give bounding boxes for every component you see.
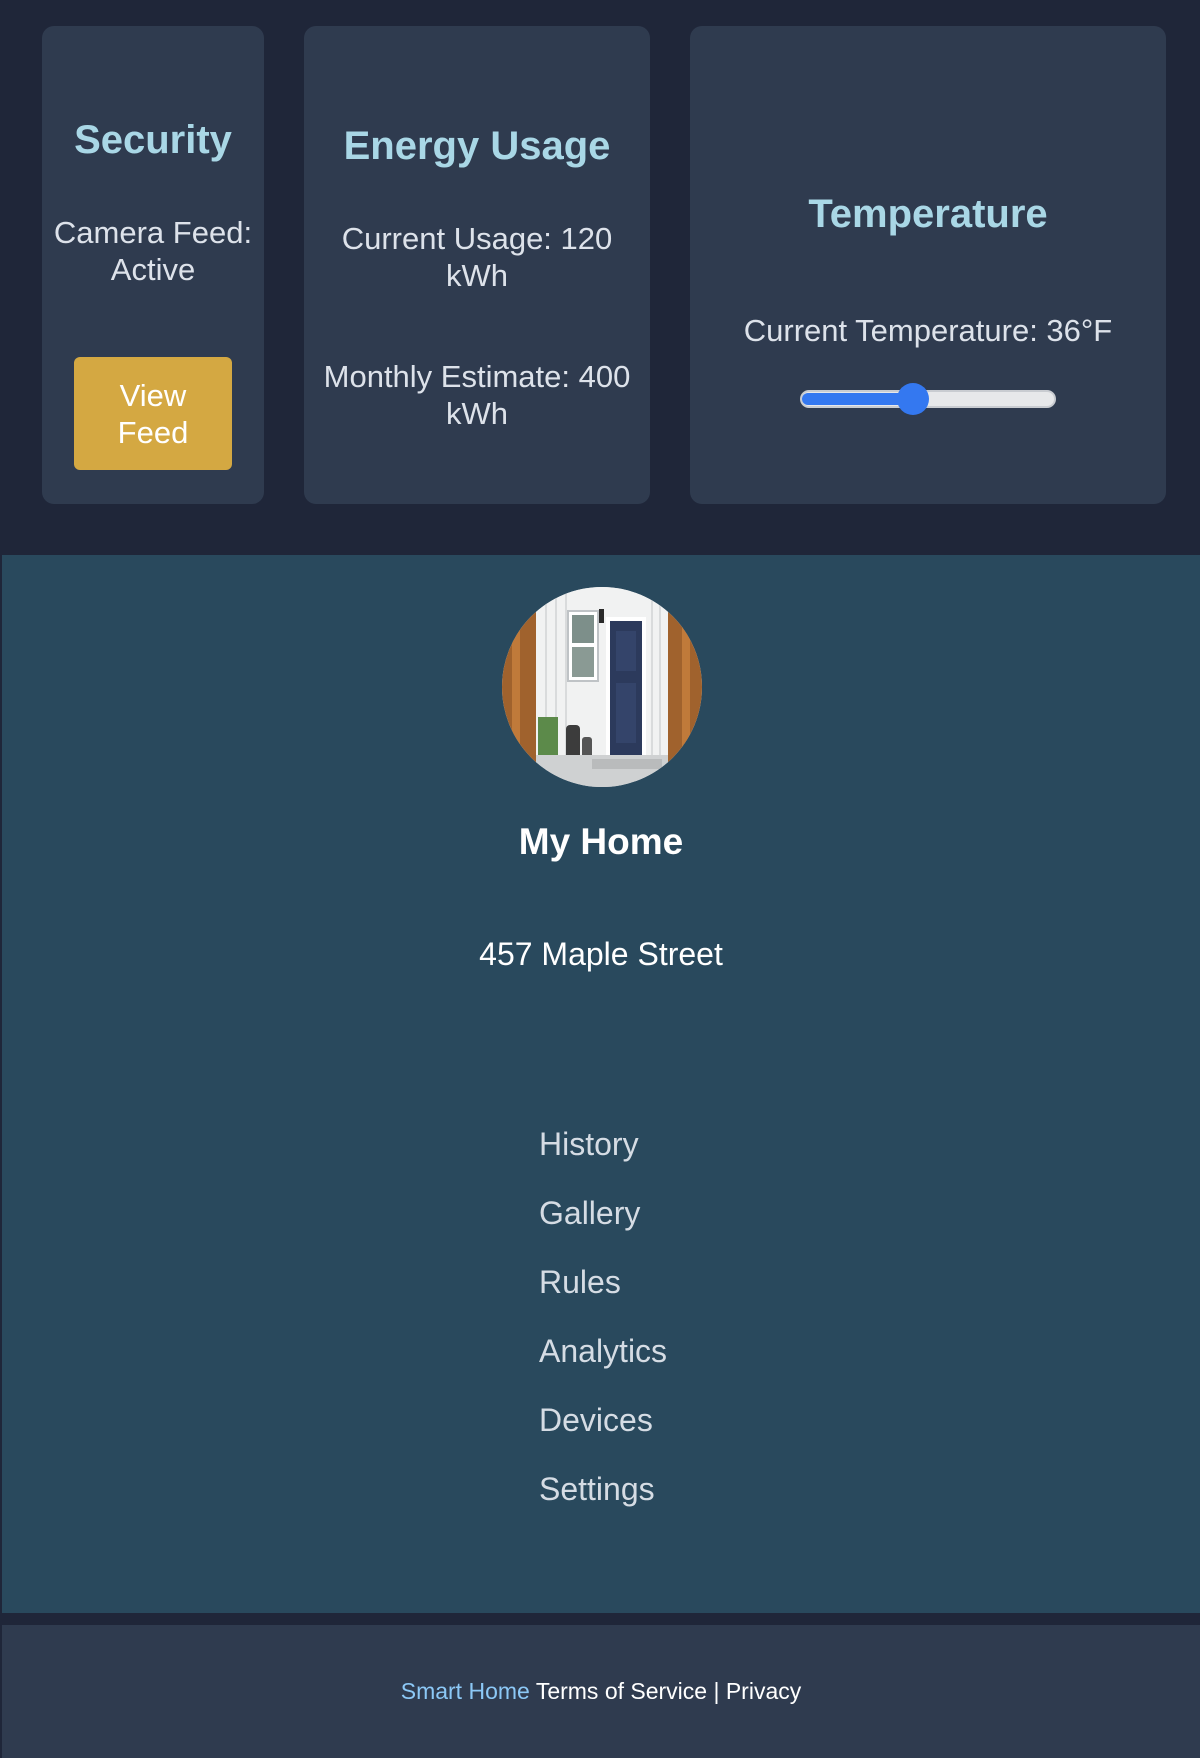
dashboard: Security Camera Feed: Active View Feed E… — [2, 2, 1200, 555]
nav-item-settings[interactable]: Settings — [539, 1470, 667, 1539]
nav-item-gallery[interactable]: Gallery — [539, 1194, 667, 1263]
camera-feed-status: Camera Feed: Active — [53, 215, 253, 287]
energy-card: Energy Usage Current Usage: 120 kWh Mont… — [304, 26, 650, 504]
slider-thumb[interactable] — [896, 383, 929, 415]
footer: Smart Home Terms of Service | Privacy — [2, 1625, 1200, 1758]
monthly-estimate: Monthly Estimate: 400 kWh — [323, 359, 631, 431]
view-feed-button[interactable]: View Feed — [74, 357, 232, 470]
energy-title: Energy Usage — [343, 124, 611, 168]
current-usage: Current Usage: 120 kWh — [341, 221, 613, 293]
current-temperature: Current Temperature: 36°F — [743, 313, 1113, 348]
terms-link[interactable]: Terms of Service — [536, 1678, 707, 1704]
home-title: My Home — [518, 821, 684, 862]
nav-item-history[interactable]: History — [539, 1125, 667, 1194]
profile-nav: History Gallery Rules Analytics Devices … — [539, 1125, 667, 1539]
page: Security Camera Feed: Active View Feed E… — [0, 0, 1200, 1758]
nav-item-analytics[interactable]: Analytics — [539, 1332, 667, 1401]
home-profile: My Home 457 Maple Street History Gallery… — [2, 555, 1200, 1613]
footer-brand[interactable]: Smart Home — [401, 1678, 530, 1704]
nav-item-rules[interactable]: Rules — [539, 1263, 667, 1332]
house-photo-icon — [502, 587, 702, 787]
temperature-slider[interactable] — [800, 383, 1056, 415]
footer-separator: | — [713, 1678, 720, 1704]
avatar — [502, 587, 702, 787]
nav-item-devices[interactable]: Devices — [539, 1401, 667, 1470]
privacy-link[interactable]: Privacy — [726, 1678, 801, 1704]
home-address: 457 Maple Street — [479, 936, 723, 972]
security-title: Security — [74, 118, 232, 162]
security-card: Security Camera Feed: Active View Feed — [42, 26, 264, 504]
temperature-title: Temperature — [808, 192, 1048, 236]
temperature-card: Temperature Current Temperature: 36°F — [690, 26, 1166, 504]
